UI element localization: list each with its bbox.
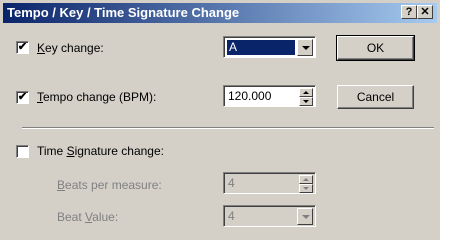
cancel-button[interactable]: Cancel bbox=[337, 85, 414, 109]
tempo-change-checkbox[interactable]: ✔ bbox=[16, 91, 29, 104]
key-select[interactable]: A bbox=[223, 36, 316, 58]
tempo-input[interactable]: 120.000 bbox=[223, 85, 316, 107]
beat-value-prefix: Beat bbox=[57, 210, 86, 224]
arrow-down-icon bbox=[303, 100, 309, 103]
beats-per-measure-label: Beats per measure: bbox=[57, 178, 162, 192]
checkmark-icon: ✔ bbox=[17, 41, 28, 53]
beats-per-measure-input[interactable]: 4 bbox=[223, 172, 316, 194]
key-select-value: A bbox=[227, 40, 295, 55]
beat-value-select[interactable]: 4 bbox=[223, 205, 316, 227]
key-change-text: ey change: bbox=[45, 41, 104, 55]
key-dropdown-button[interactable] bbox=[297, 39, 313, 56]
dialog-window: Tempo / Key / Time Signature Change ? ✕ … bbox=[0, 0, 440, 240]
ok-button[interactable]: OK bbox=[336, 35, 415, 61]
beat-value-label: Beat Value: bbox=[57, 210, 118, 224]
key-change-label: Key change: bbox=[37, 41, 104, 55]
time-signature-checkbox[interactable] bbox=[16, 145, 29, 158]
tempo-spin-up[interactable] bbox=[299, 88, 313, 97]
close-button[interactable]: ✕ bbox=[417, 5, 433, 19]
arrow-up-icon bbox=[303, 178, 309, 181]
beats-spin-up[interactable] bbox=[299, 175, 313, 184]
time-signature-accel: S bbox=[66, 144, 75, 158]
beats-text: eats per measure: bbox=[65, 178, 162, 192]
separator bbox=[22, 127, 434, 129]
beats-accel: B bbox=[57, 178, 66, 192]
tempo-value: 120.000 bbox=[228, 89, 272, 103]
beat-value-text: alue: bbox=[92, 210, 119, 224]
beats-spin-down[interactable] bbox=[299, 184, 313, 193]
time-signature-prefix: Time bbox=[37, 144, 67, 158]
time-signature-label: Time Signature change: bbox=[37, 144, 164, 158]
key-change-checkbox[interactable]: ✔ bbox=[16, 41, 29, 54]
tempo-change-text: empo change (BPM): bbox=[43, 90, 157, 104]
beat-value-value: 4 bbox=[228, 209, 235, 223]
tempo-change-label: Tempo change (BPM): bbox=[37, 90, 156, 104]
key-change-accel: K bbox=[37, 41, 46, 55]
chevron-down-icon bbox=[302, 215, 310, 219]
help-button[interactable]: ? bbox=[401, 5, 417, 19]
title-bar[interactable]: Tempo / Key / Time Signature Change ? ✕ bbox=[3, 3, 437, 23]
beats-value: 4 bbox=[228, 176, 235, 190]
beat-value-dropdown-button[interactable] bbox=[297, 208, 313, 225]
dialog-title: Tempo / Key / Time Signature Change bbox=[7, 5, 240, 20]
chevron-down-icon bbox=[302, 46, 310, 50]
arrow-down-icon bbox=[303, 187, 309, 190]
time-signature-text: ignature change: bbox=[74, 144, 164, 158]
arrow-up-icon bbox=[303, 91, 309, 94]
checkmark-icon: ✔ bbox=[17, 91, 28, 103]
tempo-spin-down[interactable] bbox=[299, 97, 313, 106]
